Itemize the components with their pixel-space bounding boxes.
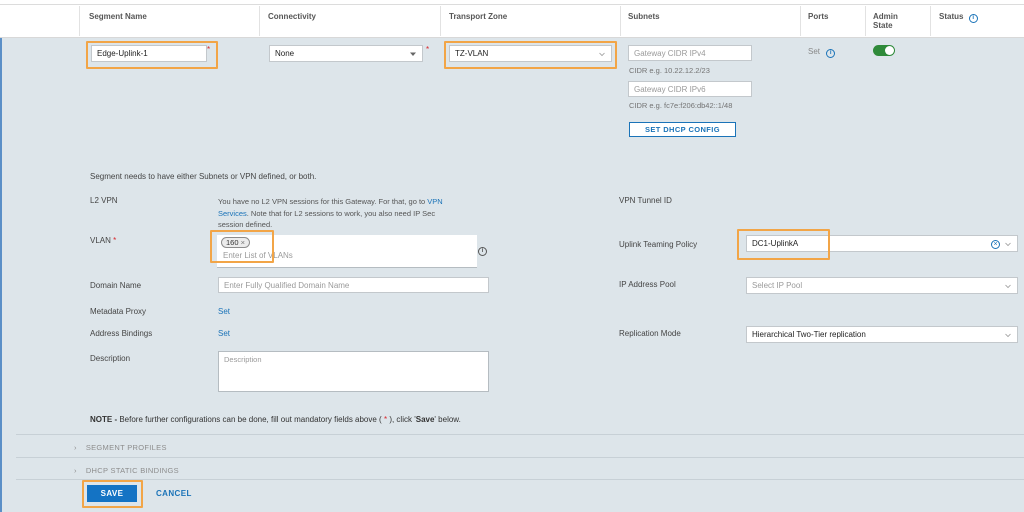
highlight-box: [737, 229, 830, 260]
column-separator: [800, 6, 801, 36]
chevron-down-icon: [599, 52, 605, 56]
column-header-ports: Ports: [808, 12, 829, 21]
selected-row-indicator: [0, 38, 2, 512]
column-header-admin-state: Admin State: [873, 12, 898, 30]
l2vpn-message: You have no L2 VPN sessions for this Gat…: [218, 197, 443, 229]
highlight-box: [210, 230, 274, 263]
column-header-segment-name: Segment Name: [89, 12, 147, 21]
dhcp-static-bindings-section[interactable]: › DHCP STATIC BINDINGS: [74, 466, 179, 475]
segment-name-input[interactable]: Edge-Uplink-1: [91, 45, 207, 62]
ip-address-pool-label: IP Address Pool: [619, 280, 676, 289]
column-separator: [259, 6, 260, 36]
divider: [0, 4, 1024, 5]
transport-zone-select[interactable]: TZ-VLAN: [449, 45, 612, 62]
chevron-right-icon: ›: [74, 466, 77, 475]
required-asterisk: *: [207, 45, 211, 54]
segment-edit-panel: [0, 38, 1024, 512]
column-separator: [930, 6, 931, 36]
required-asterisk: *: [113, 236, 117, 245]
connectivity-select[interactable]: None: [269, 45, 423, 62]
column-header-subnets: Subnets: [628, 12, 660, 21]
info-icon[interactable]: i: [968, 14, 978, 23]
divider: [16, 479, 1024, 480]
gateway-ipv4-input[interactable]: Gateway CIDR IPv4: [628, 45, 752, 61]
chevron-down-icon: [1005, 242, 1011, 246]
replication-mode-label: Replication Mode: [619, 329, 681, 338]
column-separator: [440, 6, 441, 36]
vpn-link[interactable]: VPN: [427, 197, 442, 206]
save-button[interactable]: SAVE: [87, 485, 137, 502]
mandatory-note: NOTE - Before further configurations can…: [90, 415, 461, 424]
ip-pool-select[interactable]: Select IP Pool: [746, 277, 1018, 294]
required-asterisk: *: [426, 45, 430, 54]
address-bindings-label: Address Bindings: [90, 329, 153, 338]
l2vpn-label: L2 VPN: [90, 196, 118, 205]
column-separator: [865, 6, 866, 36]
gateway-ipv6-hint: CIDR e.g. fc7e:f206:db42::1/48: [629, 101, 733, 110]
chevron-right-icon: ›: [74, 443, 77, 452]
toggle-knob: [885, 46, 894, 55]
column-separator: [79, 6, 80, 36]
domain-name-input[interactable]: Enter Fully Qualified Domain Name: [218, 277, 489, 293]
replication-mode-select[interactable]: Hierarchical Two-Tier replication: [746, 326, 1018, 343]
column-header-transport-zone: Transport Zone: [449, 12, 508, 21]
ports-cell: Set i: [808, 47, 836, 58]
domain-name-label: Domain Name: [90, 281, 142, 290]
info-icon[interactable]: i: [478, 247, 487, 256]
cancel-button[interactable]: CANCEL: [156, 489, 192, 498]
divider: [16, 434, 1024, 435]
vpn-tunnel-id-label: VPN Tunnel ID: [619, 196, 672, 205]
gateway-ipv6-input[interactable]: Gateway CIDR IPv6: [628, 81, 752, 97]
set-dhcp-config-button[interactable]: SET DHCP CONFIG: [629, 122, 736, 137]
metadata-proxy-set-link[interactable]: Set: [218, 307, 230, 316]
clear-icon[interactable]: ×: [991, 240, 1000, 249]
ports-set-link[interactable]: Set: [808, 47, 820, 56]
description-textarea[interactable]: Description: [218, 351, 489, 392]
divider: [16, 457, 1024, 458]
uplink-teaming-label: Uplink Teaming Policy: [619, 240, 698, 249]
metadata-proxy-label: Metadata Proxy: [90, 307, 147, 316]
segment-note: Segment needs to have either Subnets or …: [90, 172, 317, 181]
info-icon[interactable]: i: [826, 49, 836, 58]
chevron-down-icon: [1005, 284, 1011, 288]
gateway-ipv4-hint: CIDR e.g. 10.22.12.2/23: [629, 66, 710, 75]
segment-profiles-section[interactable]: › SEGMENT PROFILES: [74, 443, 167, 452]
column-header-connectivity: Connectivity: [268, 12, 317, 21]
chevron-down-icon: [1005, 333, 1011, 337]
admin-state-toggle[interactable]: [873, 45, 895, 56]
column-separator: [620, 6, 621, 36]
vlan-label: VLAN *: [90, 236, 117, 245]
table-header: [0, 0, 1024, 38]
description-label: Description: [90, 354, 131, 363]
caret-down-icon: [410, 52, 416, 56]
services-link[interactable]: Services: [218, 209, 247, 218]
address-bindings-set-link[interactable]: Set: [218, 329, 230, 338]
column-header-status: Status i: [939, 12, 978, 23]
